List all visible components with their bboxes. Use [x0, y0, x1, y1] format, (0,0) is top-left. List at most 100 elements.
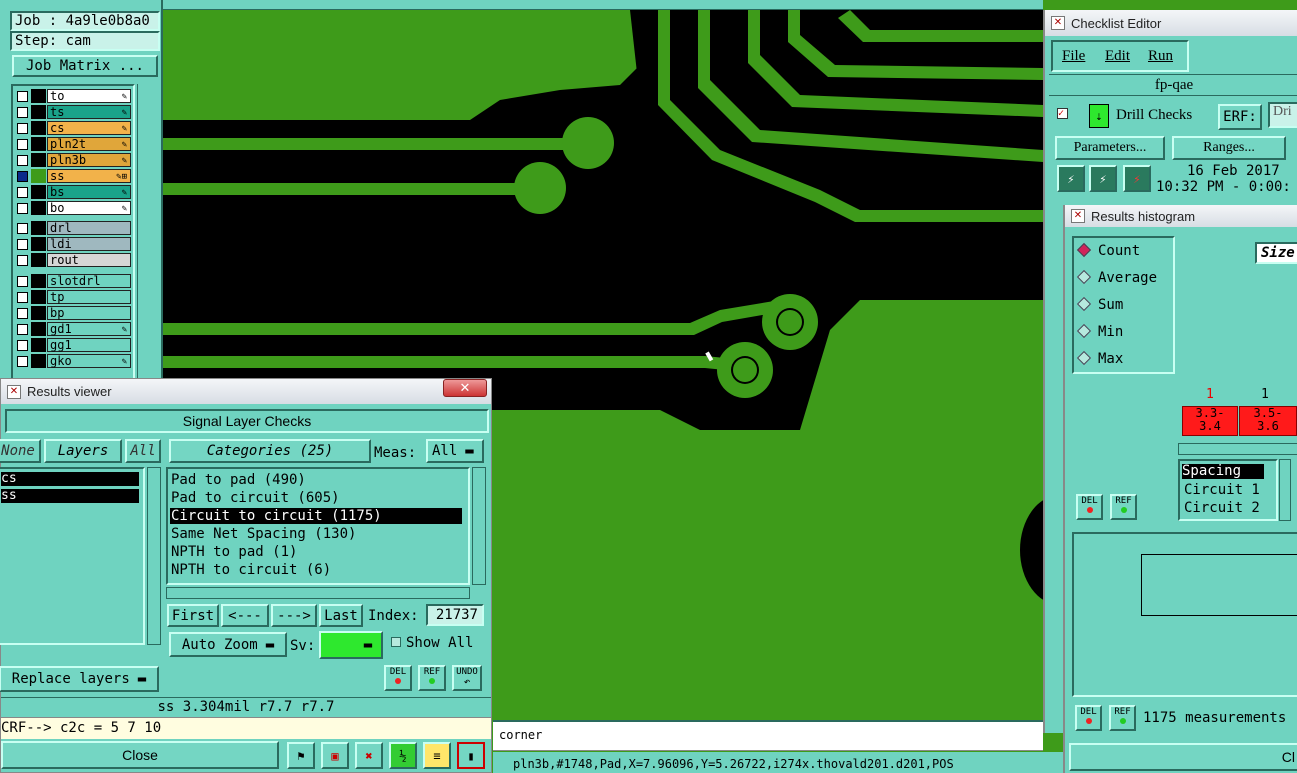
category-item[interactable]: NPTH to pad (1)	[170, 544, 462, 560]
layer-item-ss[interactable]: ss	[1, 489, 139, 503]
layer-checkbox[interactable]	[17, 187, 28, 198]
categories-button[interactable]: Categories (25)	[169, 439, 371, 463]
reject-icon[interactable]: ✖	[355, 742, 383, 769]
measure-item-circuit1[interactable]: Circuit 1	[1184, 482, 1260, 498]
layer-row-bp[interactable]: bp	[14, 306, 132, 321]
layer-row-ts[interactable]: ts ✎	[14, 105, 132, 120]
layer-checkbox[interactable]	[17, 123, 28, 134]
layer-label[interactable]: bp	[47, 306, 131, 320]
option-min[interactable]: Min	[1076, 323, 1123, 340]
layer-checkbox[interactable]	[17, 223, 28, 234]
layer-row-bs[interactable]: bs ✎	[14, 185, 132, 200]
next-button[interactable]: --->	[271, 604, 317, 627]
option-count[interactable]: Count	[1076, 242, 1140, 259]
drill-checks-checkbox[interactable]: ✓	[1057, 108, 1068, 119]
layer-row-pln2t[interactable]: pln2t ✎	[14, 137, 132, 152]
layer-row-to[interactable]: to ✎	[14, 89, 132, 104]
measure-item-circuit2[interactable]: Circuit 2	[1184, 500, 1260, 516]
layer-row-pln3b[interactable]: pln3b ✎	[14, 153, 132, 168]
layer-checkbox[interactable]	[17, 340, 28, 351]
run-stop-icon[interactable]: ⚡	[1123, 165, 1151, 192]
index-field[interactable]: 21737	[426, 604, 484, 626]
layer-checkbox[interactable]	[17, 107, 28, 118]
layer-label[interactable]: slotdrl	[47, 274, 131, 288]
layer-checkbox[interactable]	[17, 91, 28, 102]
histogram-bin-1[interactable]: 3.3- 3.4	[1182, 406, 1238, 436]
auto-zoom-dropdown[interactable]: Auto Zoom ▬	[169, 632, 287, 657]
layer-checkbox[interactable]	[17, 255, 28, 266]
layer-checkbox[interactable]	[17, 155, 28, 166]
category-item[interactable]: Pad to pad (490)	[170, 472, 462, 488]
first-button[interactable]: First	[167, 604, 219, 627]
undo-button[interactable]: UNDO ↶	[452, 665, 482, 691]
none-button[interactable]: None	[0, 439, 41, 463]
notes-icon[interactable]: ≡	[423, 742, 451, 769]
option-sum[interactable]: Sum	[1076, 296, 1123, 313]
layer-checkbox[interactable]	[17, 308, 28, 319]
layer-row-bo[interactable]: bo ✎	[14, 201, 132, 216]
layer-checkbox[interactable]	[17, 171, 28, 182]
layer-label[interactable]: pln2t ✎	[47, 137, 131, 151]
run-all-icon[interactable]: ⚡	[1089, 165, 1117, 192]
layer-label[interactable]: gg1	[47, 338, 131, 352]
layer-label[interactable]: gd1 ✎	[47, 322, 131, 336]
close-button[interactable]: Close	[1, 741, 279, 769]
job-matrix-button[interactable]: Job Matrix ...	[12, 55, 158, 77]
measure-item-spacing[interactable]: Spacing	[1182, 464, 1264, 479]
layer-checkbox[interactable]	[17, 324, 28, 335]
measure-list-scrollbar[interactable]	[1279, 459, 1291, 521]
ref-button-bottom[interactable]: REF	[1109, 705, 1136, 731]
erf-button[interactable]: ERF:	[1218, 104, 1262, 130]
layers-button[interactable]: Layers	[44, 439, 122, 463]
layer-scrollbar[interactable]	[137, 84, 161, 380]
category-item[interactable]: Pad to circuit (605)	[170, 490, 462, 506]
categories-scrollbar[interactable]	[472, 467, 486, 585]
layer-row-gg1[interactable]: gg1	[14, 338, 132, 353]
layer-label[interactable]: pln3b ✎	[47, 153, 131, 167]
option-average[interactable]: Average	[1076, 269, 1157, 286]
histogram-close-button[interactable]: Cl	[1069, 743, 1297, 771]
size-field[interactable]: Size	[1255, 242, 1297, 264]
layer-checkbox[interactable]	[17, 356, 28, 367]
layer-label[interactable]: ldi	[47, 237, 131, 251]
meas-dropdown[interactable]: All ▬	[426, 439, 484, 463]
layer-row-slotdrl[interactable]: slotdrl	[14, 274, 132, 289]
layer-label[interactable]: cs ✎	[47, 121, 131, 135]
ref-button[interactable]: REF	[1110, 494, 1137, 520]
layer-label[interactable]: tp	[47, 290, 131, 304]
prev-button[interactable]: <---	[221, 604, 269, 627]
layer-row-ss[interactable]: ss ✎⊞	[14, 169, 132, 184]
option-max[interactable]: Max	[1076, 350, 1123, 367]
flag-icon[interactable]: ⚑	[287, 742, 315, 769]
layer-label[interactable]: bs ✎	[47, 185, 131, 199]
layer-label[interactable]: bo ✎	[47, 201, 131, 215]
layer-row-gd1[interactable]: gd1 ✎	[14, 322, 132, 337]
layer-label[interactable]: drl	[47, 221, 131, 235]
replace-layers-dropdown[interactable]: Replace layers ▬	[0, 666, 159, 692]
layer-item-cs[interactable]: cs	[1, 472, 139, 486]
del-button-bottom[interactable]: DEL	[1075, 705, 1102, 731]
erf-field[interactable]: Dri	[1268, 102, 1297, 128]
layer-row-rout[interactable]: rout	[14, 253, 132, 268]
category-item[interactable]: NPTH to circuit (6)	[170, 562, 462, 578]
numbers-icon[interactable]: ½	[389, 742, 417, 769]
del-button[interactable]: DEL	[384, 665, 412, 691]
parameters-button[interactable]: Parameters...	[1055, 136, 1165, 160]
layer-checkbox[interactable]	[17, 139, 28, 150]
histogram-bin-2[interactable]: 3.5- 3.6	[1239, 406, 1297, 436]
last-button[interactable]: Last	[319, 604, 363, 627]
layer-checkbox[interactable]	[17, 292, 28, 303]
sv-color-dropdown[interactable]: ▬	[319, 631, 383, 659]
layer-row-ldi[interactable]: ldi	[14, 237, 132, 252]
menu-run[interactable]: Run	[1148, 48, 1173, 65]
layer-label[interactable]: ss ✎⊞	[47, 169, 131, 183]
histogram-hscroll[interactable]	[1178, 443, 1297, 455]
ref-button[interactable]: REF	[418, 665, 446, 691]
layer-row-tp[interactable]: tp	[14, 290, 132, 305]
close-window-button[interactable]: ✕	[443, 379, 487, 397]
layer-checkbox[interactable]	[17, 239, 28, 250]
layer-list-scrollbar[interactable]	[147, 467, 161, 645]
categories-hscroll[interactable]	[166, 587, 470, 599]
histogram-icon[interactable]: ▮	[457, 742, 485, 769]
category-item[interactable]: Same Net Spacing (130)	[170, 526, 462, 542]
